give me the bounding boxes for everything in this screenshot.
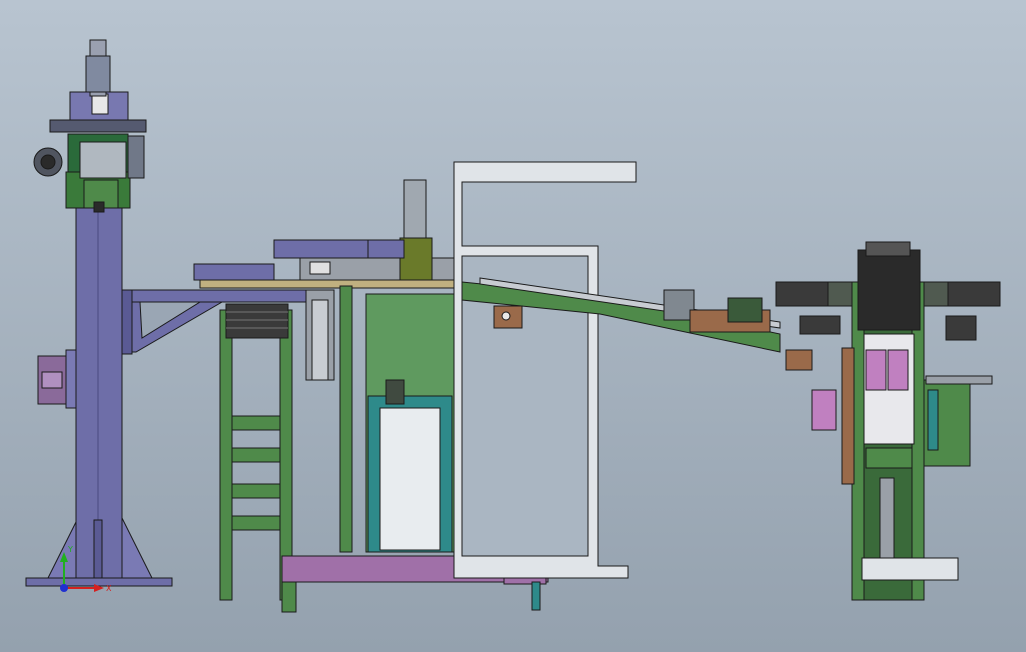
triad-origin xyxy=(60,584,68,592)
horizontal-arm xyxy=(121,289,323,303)
press-block xyxy=(857,249,921,331)
column-base-plate xyxy=(25,577,173,587)
right-motor-top-right xyxy=(947,281,1001,307)
gantry-top-beam xyxy=(193,263,275,281)
triad-x-label: X xyxy=(106,584,112,593)
assembly-side-view: X Y xyxy=(0,0,1026,652)
cad-viewport[interactable]: X Y xyxy=(0,0,1026,652)
gantry-leg-left xyxy=(219,309,233,601)
right-motor-top-left xyxy=(775,281,829,307)
vertical-cylinder xyxy=(403,179,427,241)
triad-y-label: Y xyxy=(67,545,73,554)
